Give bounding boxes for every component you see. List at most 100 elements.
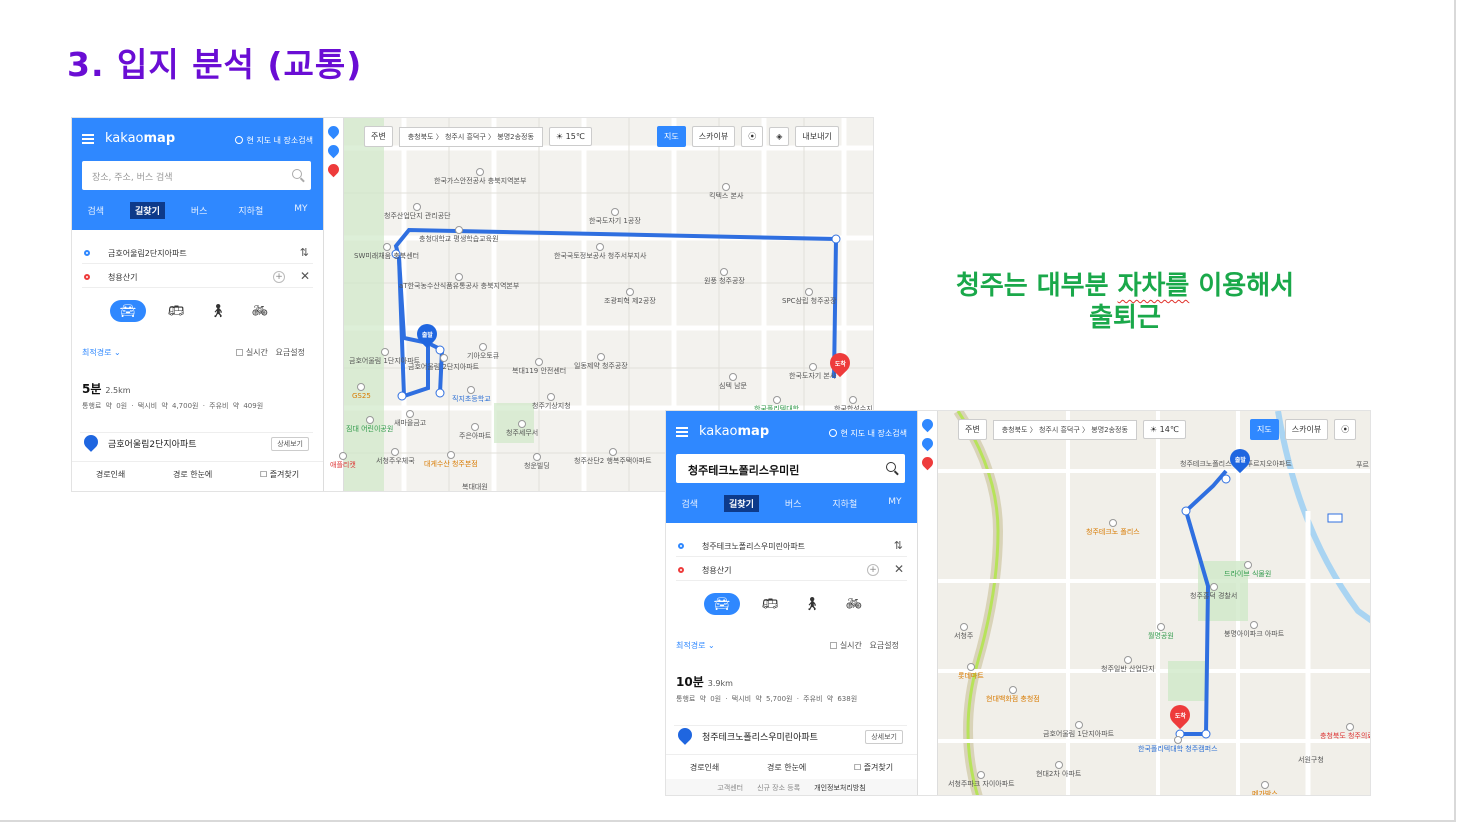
kakaomap-logo[interactable]: kakaomap bbox=[699, 424, 769, 439]
tab-search[interactable]: 검색 bbox=[82, 202, 109, 219]
map-poi[interactable]: 킥텍스 본사 bbox=[709, 183, 743, 200]
best-route-dropdown[interactable]: 최적경로 ⌄ bbox=[676, 641, 715, 650]
car-icon[interactable]: 🚘︎ bbox=[704, 593, 740, 615]
map-poi[interactable]: aT한국농수산식품유통공사 충북지역본부 bbox=[399, 273, 519, 290]
map-poi[interactable]: 푸르 bbox=[1356, 461, 1369, 469]
tab-subway[interactable]: 지하철 bbox=[827, 495, 862, 512]
map-poi[interactable]: 현대2차 아파트 bbox=[1036, 761, 1081, 778]
search-input[interactable]: 청주테크노폴리스우미린 bbox=[676, 454, 905, 483]
region-breadcrumb[interactable]: 충청북도 〉 청주시 흥덕구 〉 봉명2송정동 bbox=[398, 126, 543, 147]
map-poi[interactable]: 조광피혁 제2공장 bbox=[604, 288, 656, 305]
map-poi[interactable]: SPC삼립 청주공장 bbox=[782, 288, 836, 305]
fare-setting-link[interactable]: 요금설정 bbox=[870, 641, 899, 650]
favorite-button[interactable]: ☐ 즐겨찾기 bbox=[260, 469, 299, 485]
tab-bus[interactable]: 버스 bbox=[186, 202, 213, 219]
map-poi[interactable]: GS25 bbox=[352, 383, 371, 400]
skyview-button[interactable]: 스카이뷰 bbox=[1284, 419, 1329, 440]
bus-icon[interactable]: 🚌︎ bbox=[758, 594, 782, 614]
origin-field[interactable]: 청주테크노폴리스우미린아파트 ⇅ bbox=[676, 535, 907, 557]
map-poi[interactable]: 짐대 어린이공원 bbox=[346, 416, 393, 433]
map-view-button[interactable]: 지도 bbox=[1250, 419, 1279, 440]
swap-icon[interactable]: ⇅ bbox=[894, 539, 903, 552]
map-view-button[interactable]: 지도 bbox=[657, 126, 686, 147]
destination-pin-icon[interactable] bbox=[919, 454, 936, 471]
marker-icon[interactable]: ⦿ bbox=[741, 126, 764, 147]
route-pin-icon[interactable] bbox=[325, 142, 342, 159]
map-poi[interactable]: 서청주파크 자이아파트 bbox=[948, 771, 1015, 788]
nearby-search-toggle[interactable]: 현 지도 내 장소검색 bbox=[235, 135, 313, 146]
tab-directions[interactable]: 길찾기 bbox=[724, 495, 759, 512]
search-icon[interactable] bbox=[886, 462, 896, 472]
map-poi[interactable]: 대게수산 청주본점 bbox=[424, 451, 478, 468]
route-pin-icon[interactable] bbox=[919, 435, 936, 452]
route-summary[interactable]: 10분 3.9km bbox=[676, 673, 733, 690]
route-step-item[interactable]: 청주테크노폴리스우미린아파트 상세보기 bbox=[674, 725, 907, 747]
map-poi[interactable]: 한국폴리텍대학 청주캠퍼스 bbox=[1138, 736, 1218, 753]
origin-field[interactable]: 금호어울림2단지아파트 ⇅ bbox=[82, 242, 313, 264]
skyview-button[interactable]: 스카이뷰 bbox=[691, 126, 736, 147]
layers-icon[interactable]: ◈ bbox=[769, 127, 790, 146]
map-poi[interactable]: 주은아파트 bbox=[459, 423, 491, 440]
region-breadcrumb[interactable]: 충청북도 〉 청주시 흥덕구 〉 봉명2송정동 bbox=[992, 419, 1137, 440]
location-pin-icon[interactable] bbox=[919, 416, 936, 433]
map-poi[interactable]: 새마을금고 bbox=[394, 410, 426, 427]
map-poi[interactable]: 일동제약 청주공장 bbox=[574, 353, 628, 370]
add-waypoint-icon[interactable]: + bbox=[867, 564, 879, 576]
map-poi[interactable]: 청주산업단지 관리공단 bbox=[384, 203, 451, 220]
map-poi[interactable]: 복대대원 bbox=[462, 483, 488, 491]
map-poi[interactable]: 청주기상지청 bbox=[532, 393, 571, 410]
nearby-button[interactable]: 주변 bbox=[364, 126, 393, 147]
map-poi[interactable]: 기아오토큐 bbox=[467, 343, 499, 360]
map-poi[interactable]: 봉명아이파크 아파트 bbox=[1224, 621, 1284, 638]
bike-icon[interactable]: 🚲︎ bbox=[842, 594, 866, 614]
map-poi[interactable]: 충청대학교 평생학습교육원 bbox=[419, 226, 499, 243]
map-poi[interactable]: SW미래채움 충북센터 bbox=[354, 243, 419, 260]
best-route-dropdown[interactable]: 최적경로 ⌄ bbox=[82, 348, 121, 357]
close-icon[interactable]: ✕ bbox=[300, 269, 310, 283]
tab-my[interactable]: MY bbox=[289, 202, 312, 219]
location-pin-icon[interactable] bbox=[325, 123, 342, 140]
bus-icon[interactable]: 🚌︎ bbox=[164, 301, 188, 321]
route-step-item[interactable]: 금호어울림2단지아파트 상세보기 bbox=[80, 432, 313, 454]
map-poi[interactable]: 한국도자기 1공장 bbox=[589, 208, 641, 225]
realtime-checkbox[interactable] bbox=[235, 349, 243, 356]
destination-pin-icon[interactable] bbox=[325, 161, 342, 178]
map-poi[interactable]: 현대백화점 충청점 bbox=[986, 686, 1040, 703]
print-route-button[interactable]: 경로인쇄 bbox=[96, 469, 125, 485]
map-poi[interactable]: 애플리캣 bbox=[330, 452, 356, 469]
map-poi[interactable]: 서청주우체국 bbox=[376, 448, 415, 465]
bike-icon[interactable]: 🚲︎ bbox=[248, 301, 272, 321]
map-poi[interactable]: 한국국토정보공사 청주서부지사 bbox=[554, 243, 646, 260]
menu-icon[interactable] bbox=[676, 427, 688, 437]
map-poi[interactable]: 청주테크노 폴리스 bbox=[1086, 519, 1140, 536]
register-place-link[interactable]: 신규 장소 등록 bbox=[757, 783, 800, 795]
map-poi[interactable]: 한국가스안전공사 충북지역본부 bbox=[434, 168, 526, 185]
map-poi[interactable]: 청주산단2 행복주택아파트 bbox=[574, 448, 652, 465]
add-waypoint-icon[interactable]: + bbox=[273, 271, 285, 283]
nearby-search-toggle[interactable]: 현 지도 내 장소검색 bbox=[829, 428, 907, 439]
close-icon[interactable]: ✕ bbox=[894, 562, 904, 576]
walk-icon[interactable]: 🚶︎ bbox=[800, 594, 824, 614]
search-input[interactable]: 장소, 주소, 버스 검색 bbox=[82, 161, 311, 190]
tab-directions[interactable]: 길찾기 bbox=[130, 202, 165, 219]
tab-my[interactable]: MY bbox=[883, 495, 906, 512]
route-overview-button[interactable]: 경로 한눈에 bbox=[767, 762, 806, 778]
map-poi[interactable]: 금호어울림 1단지아파트 bbox=[1043, 721, 1114, 738]
map-poi[interactable]: 복대119 안전센터 bbox=[512, 358, 566, 375]
search-icon[interactable] bbox=[292, 169, 302, 179]
walk-icon[interactable]: 🚶︎ bbox=[206, 301, 230, 321]
map-poi[interactable]: 청주일반 산업단지 bbox=[1101, 656, 1155, 673]
map-poi[interactable]: 서청주 bbox=[954, 623, 973, 640]
detail-button[interactable]: 상세보기 bbox=[271, 437, 309, 451]
destination-field[interactable]: 청용산기 + ✕ bbox=[82, 266, 313, 288]
map-poi[interactable]: 청주흥덕 경찰서 bbox=[1190, 583, 1237, 600]
swap-icon[interactable]: ⇅ bbox=[300, 246, 309, 259]
map-poi[interactable]: 청운빌딩 bbox=[524, 453, 550, 470]
realtime-checkbox[interactable] bbox=[829, 642, 837, 649]
tab-bus[interactable]: 버스 bbox=[780, 495, 807, 512]
marker-icon[interactable]: ⦿ bbox=[1334, 419, 1357, 440]
map-poi[interactable]: 직지초등학교 bbox=[452, 386, 491, 403]
map-poi[interactable]: 롯데마트 bbox=[958, 663, 984, 680]
car-icon[interactable]: 🚘︎ bbox=[110, 300, 146, 322]
map-poi[interactable]: 원풍 청주공장 bbox=[704, 268, 745, 285]
